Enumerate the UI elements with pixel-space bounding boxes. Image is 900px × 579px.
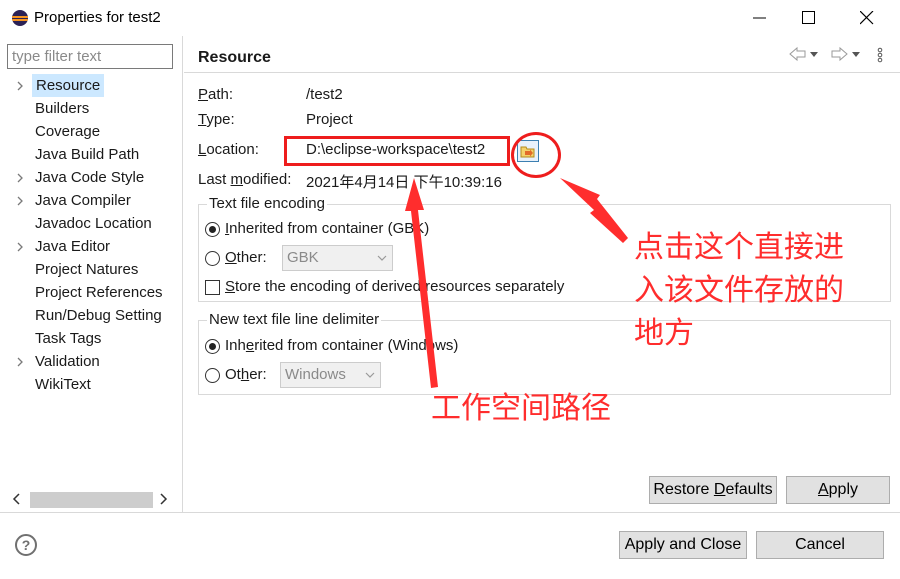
tree-item-label: Java Code Style xyxy=(35,169,145,186)
type-value: Project xyxy=(306,111,353,128)
tree-item-label: Javadoc Location xyxy=(35,215,152,232)
cancel-button[interactable]: Cancel xyxy=(756,531,884,559)
tree-item[interactable]: Task Tags xyxy=(0,327,183,350)
tree-item-label: Java Compiler xyxy=(35,192,131,209)
tree-item-label: Validation xyxy=(35,353,100,370)
view-menu-icon[interactable] xyxy=(876,46,884,64)
tree-item[interactable]: WikiText xyxy=(0,373,183,396)
left-navigation-pane: Resource Builders Coverage Java Build Path J… xyxy=(0,36,183,512)
tree-item-label: Task Tags xyxy=(35,330,102,347)
tree-item[interactable]: Java Compiler xyxy=(0,189,183,212)
chevron-down-icon xyxy=(365,372,375,378)
tree-item-label: Java Build Path xyxy=(35,146,140,163)
last-modified-value: 2021年4月14日 下午10:39:16 xyxy=(306,174,502,191)
close-button[interactable] xyxy=(844,0,890,36)
apply-and-close-button[interactable]: Apply and Close xyxy=(619,531,747,559)
title-bar: Properties for test2 xyxy=(0,0,900,36)
tree-item-label: Java Editor xyxy=(35,238,111,255)
tree-item-label: Coverage xyxy=(35,123,101,140)
group-title: New text file line delimiter xyxy=(207,311,382,328)
chevron-right-icon[interactable] xyxy=(14,189,26,212)
tree-item[interactable]: Resource xyxy=(0,74,183,97)
tree-item-label: Builders xyxy=(35,100,90,117)
location-label: Location: xyxy=(198,141,259,158)
filter-input[interactable] xyxy=(7,44,173,69)
page-header-divider xyxy=(184,72,900,73)
radio-unselected-icon[interactable] xyxy=(205,251,220,266)
dialog-footer-divider xyxy=(0,512,900,513)
tree-item[interactable]: Validation xyxy=(0,350,183,373)
forward-arrow-icon[interactable] xyxy=(830,46,860,64)
tree-item[interactable]: Coverage xyxy=(0,120,183,143)
type-label: Type: xyxy=(198,111,235,128)
help-icon[interactable]: ? xyxy=(15,534,37,556)
tree-item[interactable]: Java Editor xyxy=(0,235,183,258)
delimiter-other-combo[interactable]: Windows xyxy=(280,362,381,388)
chevron-right-icon[interactable] xyxy=(14,74,26,97)
folder-button-note: 点击这个直接进 入该文件存放的 地方 xyxy=(634,230,844,351)
chevron-down-icon xyxy=(377,255,387,261)
tree-item[interactable]: Project Natures xyxy=(0,258,183,281)
group-title: Text file encoding xyxy=(207,195,327,212)
encoding-other-combo[interactable]: GBK xyxy=(282,245,393,271)
tree-item[interactable]: Java Code Style xyxy=(0,166,183,189)
tree-item[interactable]: Javadoc Location xyxy=(0,212,183,235)
radio-selected-icon[interactable] xyxy=(205,222,220,237)
checkbox-icon[interactable] xyxy=(205,280,220,295)
tree-horizontal-scrollbar[interactable] xyxy=(6,490,176,508)
tree-item[interactable]: Project References xyxy=(0,281,183,304)
chevron-right-icon[interactable] xyxy=(14,235,26,258)
scrollbar-thumb[interactable] xyxy=(30,492,153,508)
back-arrow-icon[interactable] xyxy=(788,46,818,64)
path-value: /test2 xyxy=(306,86,343,103)
eclipse-logo-icon xyxy=(12,10,28,26)
tree-item[interactable]: Builders xyxy=(0,97,183,120)
last-modified-label: Last modified: xyxy=(198,171,292,188)
maximize-button[interactable] xyxy=(786,0,832,36)
page-title: Resource xyxy=(198,49,271,66)
apply-button[interactable]: Apply xyxy=(786,476,890,504)
radio-unselected-icon[interactable] xyxy=(205,368,220,383)
tree-item[interactable]: Run/Debug Setting xyxy=(0,304,183,327)
chevron-right-icon[interactable] xyxy=(14,350,26,373)
maximize-icon xyxy=(802,11,815,24)
tree-item[interactable]: Java Build Path xyxy=(0,143,183,166)
close-icon xyxy=(860,11,874,25)
path-label: Path: xyxy=(198,86,234,103)
folder-button-highlight-circle xyxy=(511,132,561,178)
radio-selected-icon[interactable] xyxy=(205,339,220,354)
tree-item-label: Resource xyxy=(32,74,105,97)
tree-item-label: Run/Debug Setting xyxy=(35,307,162,324)
scroll-left-icon[interactable] xyxy=(10,492,24,506)
location-highlight-box xyxy=(284,136,510,166)
restore-defaults-button[interactable]: Restore Defaults xyxy=(649,476,777,504)
minimize-button[interactable] xyxy=(737,0,783,36)
property-page-tree: Resource Builders Coverage Java Build Path J… xyxy=(0,74,183,396)
workspace-path-note: 工作空间路径 xyxy=(431,391,611,426)
tree-item-label: WikiText xyxy=(35,376,91,393)
chevron-right-icon[interactable] xyxy=(14,166,26,189)
scroll-right-icon[interactable] xyxy=(156,492,170,506)
minimize-icon xyxy=(753,17,766,19)
tree-item-label: Project Natures xyxy=(35,261,139,278)
tree-item-label: Project References xyxy=(35,284,163,301)
window-title: Properties for test2 xyxy=(34,9,161,26)
